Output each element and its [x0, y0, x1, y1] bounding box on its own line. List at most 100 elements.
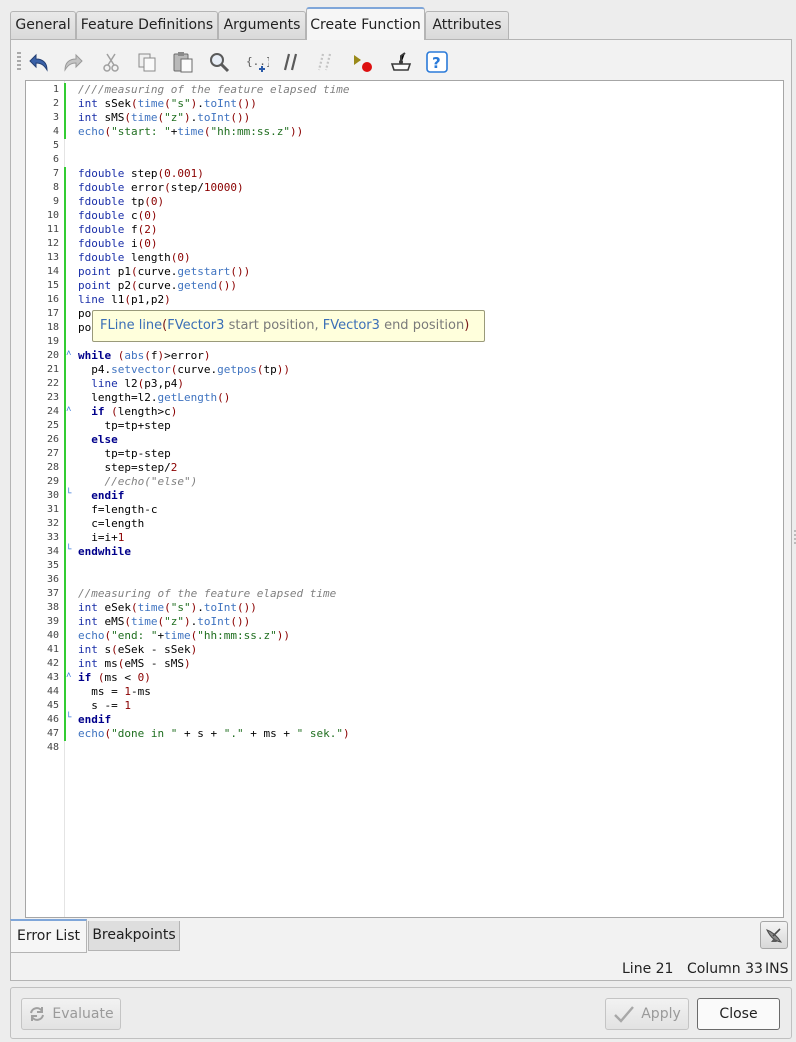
code-line[interactable]: 30 └ endif	[26, 489, 783, 503]
insert-template-button[interactable]: {..}	[243, 48, 271, 76]
code-line[interactable]: 38 int eSek(time("s").toInt())	[26, 601, 783, 615]
code-line[interactable]: 43 ˄ if (ms < 0)	[26, 671, 783, 685]
undo-button[interactable]	[25, 48, 53, 76]
code-line[interactable]: 4 echo("start: "+time("hh:mm:ss.z"))	[26, 125, 783, 139]
help-button[interactable]: ?	[423, 48, 451, 76]
code-text[interactable]: fdouble c(0)	[78, 209, 157, 223]
code-text[interactable]: while (abs(f)>error)	[78, 349, 211, 363]
line-number[interactable]: 3	[26, 111, 59, 125]
line-number[interactable]: 19	[26, 335, 59, 349]
code-line[interactable]: 15 point p2(curve.getend())	[26, 279, 783, 293]
code-text[interactable]: fdouble tp(0)	[78, 195, 164, 209]
line-number[interactable]: 43	[26, 671, 59, 685]
code-text[interactable]: s -= 1	[78, 699, 131, 713]
code-text[interactable]: po	[78, 321, 91, 335]
line-number[interactable]: 21	[26, 363, 59, 377]
code-text[interactable]: tp=tp+step	[78, 419, 170, 433]
code-line[interactable]: 40 echo("end: "+time("hh:mm:ss.z"))	[26, 629, 783, 643]
code-line[interactable]: 24 ˄ if (length>c)	[26, 405, 783, 419]
code-line[interactable]: 12 fdouble i(0)	[26, 237, 783, 251]
code-line[interactable]: 9 fdouble tp(0)	[26, 195, 783, 209]
code-text[interactable]: fdouble length(0)	[78, 251, 191, 265]
tab-create-function[interactable]: Create Function	[306, 7, 425, 40]
line-number[interactable]: 4	[26, 125, 59, 139]
code-text[interactable]: po	[78, 307, 91, 321]
line-number[interactable]: 42	[26, 657, 59, 671]
code-text[interactable]: int sSek(time("s").toInt())	[78, 97, 257, 111]
code-line[interactable]: 32 c=length	[26, 517, 783, 531]
tab-error-list[interactable]: Error List	[10, 919, 87, 953]
code-text[interactable]: int ms(eMS - sMS)	[78, 657, 191, 671]
comment-button[interactable]	[277, 48, 305, 76]
uncomment-button[interactable]	[311, 48, 339, 76]
code-line[interactable]: 13 fdouble length(0)	[26, 251, 783, 265]
line-number[interactable]: 8	[26, 181, 59, 195]
code-line[interactable]: 16 line l1(p1,p2)	[26, 293, 783, 307]
line-number[interactable]: 34	[26, 545, 59, 559]
line-number[interactable]: 11	[26, 223, 59, 237]
fold-marker-icon[interactable]: └	[66, 545, 74, 559]
code-line[interactable]: 8 fdouble error(step/10000)	[26, 181, 783, 195]
line-number[interactable]: 35	[26, 559, 59, 573]
code-line[interactable]: 34 └ endwhile	[26, 545, 783, 559]
line-number[interactable]: 33	[26, 531, 59, 545]
code-text[interactable]: endif	[78, 713, 111, 727]
line-number[interactable]: 18	[26, 321, 59, 335]
code-text[interactable]: line l2(p3,p4)	[78, 377, 184, 391]
code-line[interactable]: 14 point p1(curve.getstart())	[26, 265, 783, 279]
line-number[interactable]: 16	[26, 293, 59, 307]
code-text[interactable]: p4.setvector(curve.getpos(tp))	[78, 363, 290, 377]
code-line[interactable]: 36	[26, 573, 783, 587]
code-text[interactable]: //echo("else")	[78, 475, 197, 489]
code-line[interactable]: 47 echo("done in " + s + "." + ms + " sek…	[26, 727, 783, 741]
tab-breakpoints[interactable]: Breakpoints	[88, 921, 180, 951]
line-number[interactable]: 29	[26, 475, 59, 489]
tab-general[interactable]: General	[10, 11, 76, 39]
code-text[interactable]: endif	[78, 489, 124, 503]
redo-button[interactable]	[59, 48, 87, 76]
code-text[interactable]: tp=tp-step	[78, 447, 170, 461]
code-line[interactable]: 7 fdouble step(0.001)	[26, 167, 783, 181]
line-number[interactable]: 39	[26, 615, 59, 629]
code-line[interactable]: 29 //echo("else")	[26, 475, 783, 489]
add-breakpoint-button[interactable]	[349, 48, 377, 76]
code-line[interactable]: 26 else	[26, 433, 783, 447]
code-line[interactable]: 45 s -= 1	[26, 699, 783, 713]
line-number[interactable]: 48	[26, 741, 59, 755]
apply-button[interactable]: Apply	[605, 998, 689, 1030]
code-line[interactable]: 42 int ms(eMS - sMS)	[26, 657, 783, 671]
line-number[interactable]: 30	[26, 489, 59, 503]
fold-marker-icon[interactable]: ˄	[66, 349, 74, 363]
code-line[interactable]: 21 p4.setvector(curve.getpos(tp))	[26, 363, 783, 377]
code-text[interactable]: fdouble f(2)	[78, 223, 157, 237]
line-number[interactable]: 27	[26, 447, 59, 461]
line-number[interactable]: 38	[26, 601, 59, 615]
code-line[interactable]: 33 i=i+1	[26, 531, 783, 545]
line-number[interactable]: 12	[26, 237, 59, 251]
line-number[interactable]: 10	[26, 209, 59, 223]
line-number[interactable]: 22	[26, 377, 59, 391]
code-text[interactable]: ms = 1-ms	[78, 685, 151, 699]
fold-marker-icon[interactable]: └	[66, 713, 74, 727]
line-number[interactable]: 44	[26, 685, 59, 699]
code-line[interactable]: 37 //measuring of the feature elapsed tim…	[26, 587, 783, 601]
line-number[interactable]: 1	[26, 83, 59, 97]
line-number[interactable]: 9	[26, 195, 59, 209]
code-text[interactable]: length=l2.getLength()	[78, 391, 230, 405]
code-text[interactable]: int s(eSek - sSek)	[78, 643, 197, 657]
fold-marker-icon[interactable]: ˄	[66, 405, 74, 419]
code-line[interactable]: 20 ˄ while (abs(f)>error)	[26, 349, 783, 363]
line-number[interactable]: 15	[26, 279, 59, 293]
code-line[interactable]: 28 step=step/2	[26, 461, 783, 475]
code-text[interactable]: int eSek(time("s").toInt())	[78, 601, 257, 615]
code-text[interactable]: else	[78, 433, 118, 447]
code-text[interactable]: line l1(p1,p2)	[78, 293, 171, 307]
line-number[interactable]: 14	[26, 265, 59, 279]
line-number[interactable]: 31	[26, 503, 59, 517]
code-text[interactable]: c=length	[78, 517, 144, 531]
code-line[interactable]: 27 tp=tp-step	[26, 447, 783, 461]
find-button[interactable]	[205, 48, 233, 76]
line-number[interactable]: 2	[26, 97, 59, 111]
code-line[interactable]: 46 └ endif	[26, 713, 783, 727]
code-text[interactable]: point p1(curve.getstart())	[78, 265, 250, 279]
